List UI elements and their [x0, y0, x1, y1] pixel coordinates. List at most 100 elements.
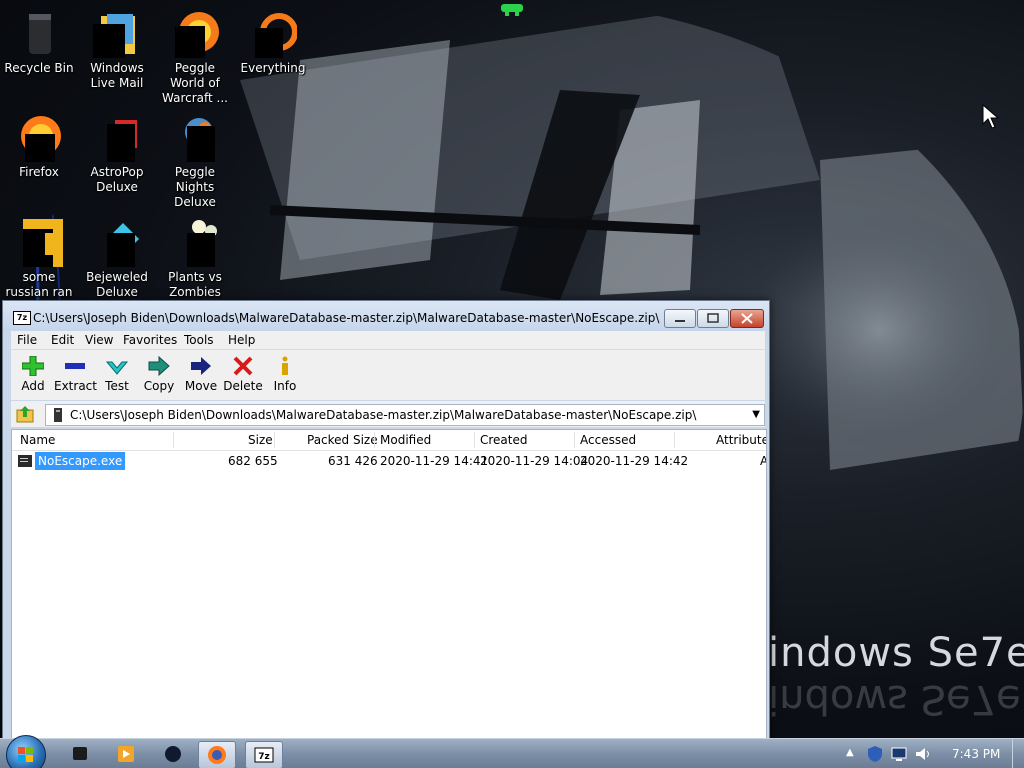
column-size[interactable]: Size [248, 433, 273, 447]
menu-bar: File Edit View Favorites Tools Help [11, 331, 765, 349]
column-name[interactable]: Name [20, 433, 55, 447]
volume-icon[interactable] [914, 745, 932, 763]
column-created[interactable]: Created [480, 433, 528, 447]
copy-arrow-icon [148, 355, 170, 377]
copy-button[interactable]: Copy [138, 354, 180, 393]
address-path: C:\Users\Joseph Biden\Downloads\MalwareD… [70, 408, 697, 422]
test-button[interactable]: Test [96, 354, 138, 393]
desktop-icon-astropop[interactable]: AstroPop Deluxe [78, 114, 156, 195]
taskbar-unknown-app[interactable] [155, 741, 191, 767]
desktop-icon-label: Recycle Bin [4, 61, 74, 75]
close-icon [741, 313, 753, 324]
maximize-button[interactable] [697, 309, 729, 328]
desktop-icon-windows-live-mail[interactable]: Windows Live Mail [78, 10, 156, 91]
add-button-label: Add [21, 379, 45, 393]
desktop-icon-label: AstroPop Deluxe [90, 165, 144, 194]
clock[interactable]: 7:43 PM [952, 747, 1000, 761]
file-name[interactable]: NoEscape.exe [35, 452, 126, 470]
move-arrow-icon [190, 356, 212, 376]
close-button[interactable] [730, 309, 764, 328]
desktop-icon-label: Firefox [19, 165, 59, 179]
info-button[interactable]: Info [264, 354, 306, 393]
desktop-icon-label: Plants vs Zombies [168, 270, 222, 299]
menu-help[interactable]: Help [228, 333, 255, 347]
copy-button-label: Copy [143, 379, 175, 393]
menu-file[interactable]: File [17, 333, 37, 347]
desktop-icon-label: Peggle Nights Deluxe [174, 165, 216, 209]
add-button[interactable]: Add [12, 354, 54, 393]
desktop-icon-peggle-wow[interactable]: Peggle World of Warcraft ... [156, 10, 234, 106]
wallpaper-notch-decoration [495, 0, 529, 16]
desktop-icon-label: Bejeweled Deluxe [86, 270, 148, 299]
column-header-row: Name Size Packed Size Modified Created A… [12, 430, 766, 451]
search-icon [249, 10, 298, 58]
delete-button[interactable]: Delete [222, 354, 264, 393]
recycle-bin-icon [15, 10, 63, 58]
network-monitor-icon[interactable] [890, 745, 908, 763]
cmd-icon [73, 747, 87, 760]
exe-file-icon [18, 455, 32, 467]
taskbar-7zip[interactable]: 7z [245, 741, 283, 768]
maximize-icon [707, 313, 719, 323]
7zip-file-manager-window[interactable]: 7z C:\Users\Joseph Biden\Downloads\Malwa… [2, 300, 770, 742]
info-icon [274, 356, 296, 376]
astropop-icon [93, 114, 141, 162]
menu-edit[interactable]: Edit [51, 333, 74, 347]
show-desktop-button[interactable] [1012, 739, 1024, 768]
show-hidden-icons-chevron-icon[interactable]: ▲ [846, 747, 854, 758]
up-folder-icon [16, 406, 34, 423]
move-button-label: Move [184, 379, 218, 393]
column-accessed[interactable]: Accessed [580, 433, 636, 447]
column-modified[interactable]: Modified [380, 433, 431, 447]
taskbar-firefox[interactable] [198, 741, 236, 768]
file-packed-size: 631 426 [328, 454, 378, 468]
move-button[interactable]: Move [180, 354, 222, 393]
extract-button[interactable]: Extract [54, 354, 97, 393]
column-attributes[interactable]: Attribute [716, 433, 766, 447]
7zip-logo-icon: 7z [13, 311, 31, 325]
minimize-icon [675, 320, 685, 322]
plus-icon [21, 355, 45, 377]
mail-icon [93, 10, 141, 58]
desktop-icon-peggle-nights[interactable]: Peggle Nights Deluxe [156, 114, 234, 210]
address-combo[interactable]: C:\Users\Joseph Biden\Downloads\MalwareD… [45, 404, 765, 426]
title-bar[interactable]: 7z C:\Users\Joseph Biden\Downloads\Malwa… [3, 301, 769, 331]
menu-tools[interactable]: Tools [184, 333, 214, 347]
desktop-icon-label: Everything [240, 61, 306, 75]
wallpaper-brand-reflection: indows Se7en [768, 676, 1024, 722]
unknown-app-icon [165, 746, 181, 762]
peggle-icon [171, 10, 219, 58]
delete-button-label: Delete [223, 379, 263, 393]
file-row[interactable]: NoEscape.exe 682 655 631 426 2020-11-29 … [12, 452, 766, 470]
extract-button-label: Extract [54, 379, 97, 393]
desktop-icon-label: Windows Live Mail [90, 61, 144, 90]
windows-logo-icon [18, 747, 33, 762]
check-icon [105, 356, 129, 376]
desktop-icon-bejeweled[interactable]: Bejeweled Deluxe [78, 219, 156, 300]
desktop-icon-plants-vs-zombies[interactable]: Plants vs Zombies [156, 219, 234, 300]
minimize-button[interactable] [664, 309, 696, 328]
test-button-label: Test [105, 379, 129, 393]
bejeweled-icon [93, 219, 141, 267]
window-title: C:\Users\Joseph Biden\Downloads\MalwareD… [33, 311, 660, 325]
peggle-nights-icon [171, 114, 219, 162]
svg-text:7z: 7z [258, 752, 270, 762]
menu-view[interactable]: View [85, 333, 113, 347]
taskbar-cmd[interactable] [62, 741, 98, 767]
file-list[interactable]: Name Size Packed Size Modified Created A… [11, 429, 767, 741]
desktop-icon-everything[interactable]: Everything [234, 10, 312, 76]
start-button[interactable] [6, 735, 46, 768]
file-size: 682 655 [228, 454, 278, 468]
firefox-icon [15, 114, 63, 162]
minus-icon [64, 356, 86, 376]
menu-favorites[interactable]: Favorites [123, 333, 177, 347]
desktop-icon-recycle-bin[interactable]: Recycle Bin [0, 10, 78, 76]
up-folder-button[interactable] [16, 405, 36, 426]
desktop-icon-label: Peggle World of Warcraft ... [162, 61, 228, 105]
chevron-down-icon[interactable]: ▼ [752, 409, 760, 420]
security-shield-icon[interactable] [866, 745, 884, 763]
taskbar-media-player[interactable] [108, 741, 144, 767]
column-packed-size[interactable]: Packed Size [307, 433, 378, 447]
toolbar: Add Extract Test Copy Move Delete Info [11, 349, 765, 400]
desktop-icon-firefox[interactable]: Firefox [0, 114, 78, 180]
